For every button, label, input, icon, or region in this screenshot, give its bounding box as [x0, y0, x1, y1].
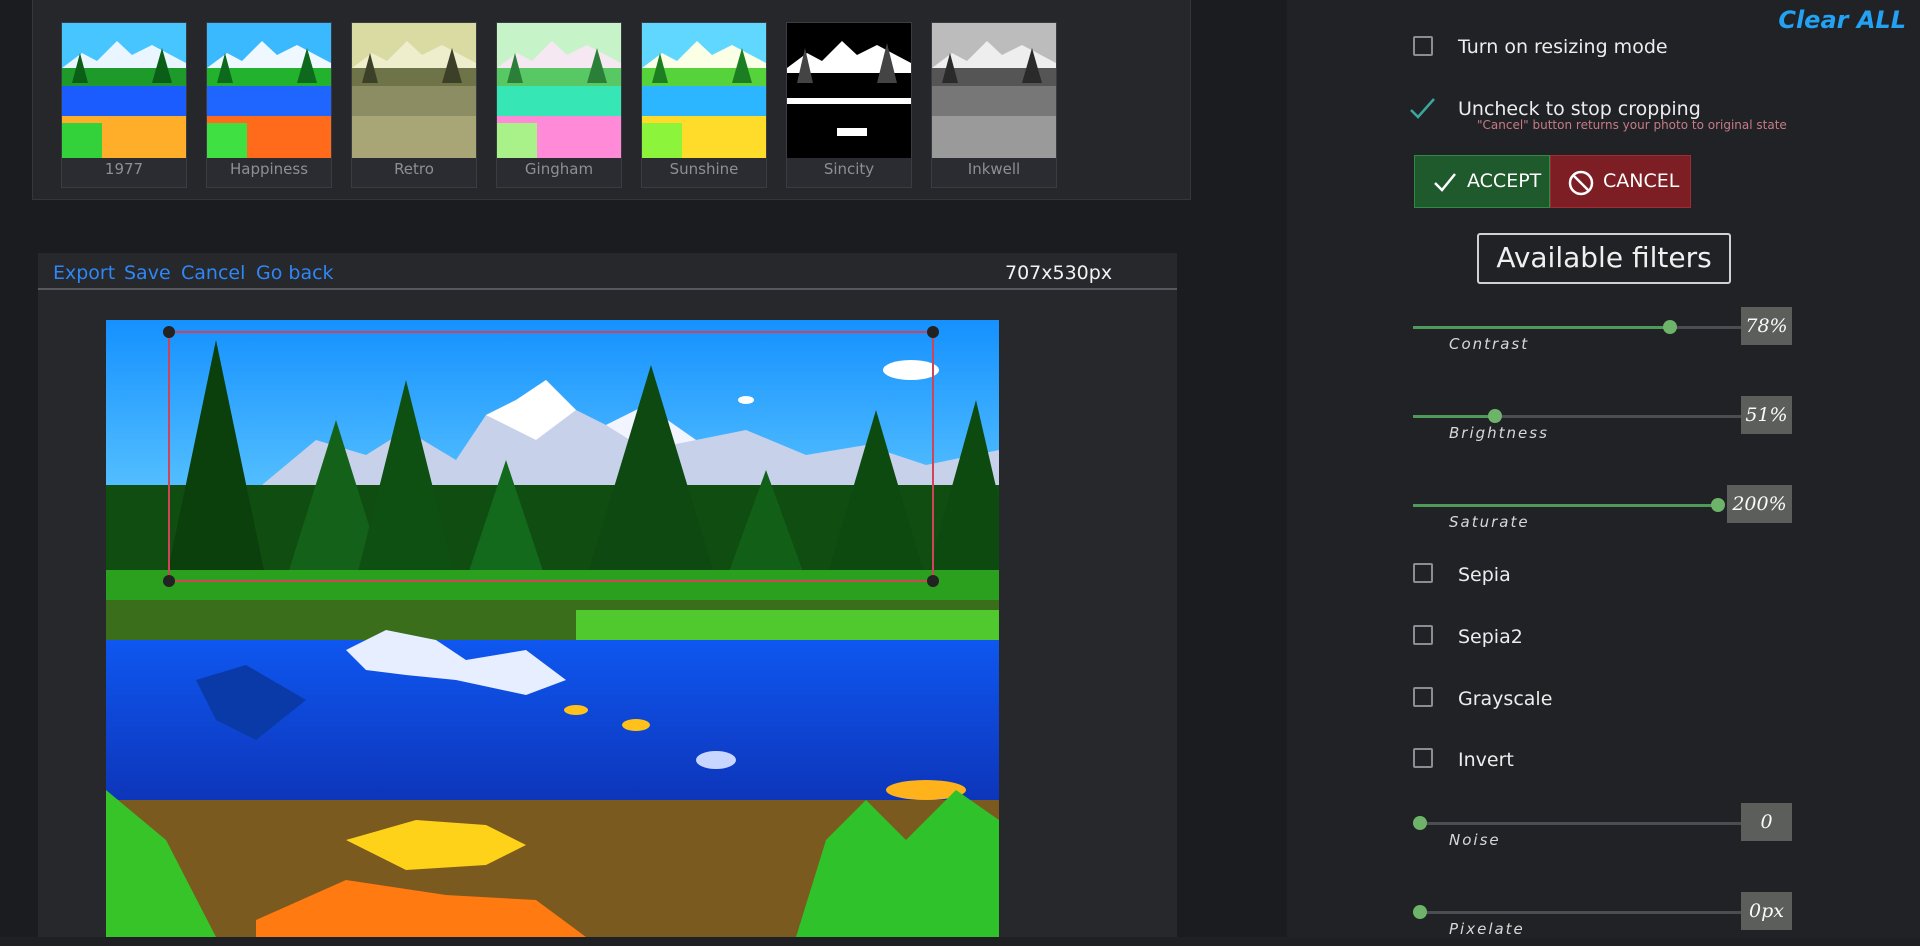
clear-all-button[interactable]: Clear ALL: [1778, 6, 1906, 34]
slider-fill: [1413, 326, 1670, 329]
ban-icon: [1568, 170, 1594, 196]
slider-label: Contrast: [1449, 335, 1530, 353]
brightness-slider[interactable]: Brightness 51%: [1413, 396, 1793, 450]
filter-label: Retro: [394, 160, 434, 178]
slider-label: Noise: [1449, 831, 1501, 849]
sepia2-checkbox[interactable]: [1413, 625, 1433, 645]
workspace: 1977 Happiness Retro Gingham Sunshine Si…: [0, 0, 1287, 937]
slider-handle[interactable]: [1663, 320, 1677, 334]
slider-fill: [1413, 504, 1718, 507]
invert-checkbox[interactable]: [1413, 748, 1433, 768]
slider-value: 51%: [1741, 396, 1792, 434]
slider-track[interactable]: [1413, 816, 1742, 830]
image-dimensions: 707x530px: [1005, 262, 1113, 284]
slider-value: 0px: [1741, 892, 1792, 930]
cancel-button[interactable]: CANCEL: [1550, 155, 1691, 208]
filter-presets-strip: 1977 Happiness Retro Gingham Sunshine Si…: [32, 0, 1191, 200]
slider-track[interactable]: [1413, 498, 1725, 512]
slider-label: Pixelate: [1449, 920, 1525, 938]
grayscale-checkbox[interactable]: [1413, 687, 1433, 707]
save-link[interactable]: Save: [124, 262, 171, 284]
filter-label: Gingham: [524, 160, 594, 178]
slider-label: Brightness: [1449, 424, 1549, 442]
slider-label: Saturate: [1449, 513, 1530, 531]
saturate-slider[interactable]: Saturate 200%: [1413, 485, 1793, 539]
cancel-link[interactable]: Cancel: [181, 262, 245, 284]
crop-hint-text: "Cancel" button returns your photo to or…: [1477, 118, 1787, 132]
go-back-link[interactable]: Go back: [256, 262, 334, 284]
crop-handle-top-left[interactable]: [163, 326, 175, 338]
slider-handle[interactable]: [1413, 905, 1427, 919]
filter-label: Happiness: [229, 160, 309, 178]
slider-track[interactable]: [1413, 905, 1742, 919]
pixelate-slider[interactable]: Pixelate 0px: [1413, 892, 1793, 946]
cancel-button-label: CANCEL: [1603, 170, 1680, 192]
slider-handle[interactable]: [1413, 816, 1427, 830]
slider-handle[interactable]: [1488, 409, 1502, 423]
filter-thumb-inkwell[interactable]: Inkwell: [931, 22, 1057, 188]
filter-label: Sunshine: [669, 160, 739, 178]
image-editor: Export Save Cancel Go back 707x530px: [38, 253, 1177, 937]
filter-thumb-sincity[interactable]: Sincity: [786, 22, 912, 188]
slider-handle[interactable]: [1711, 498, 1725, 512]
accept-button-label: ACCEPT: [1467, 170, 1542, 192]
filter-label: 1977: [104, 160, 144, 178]
filter-thumb-sunshine[interactable]: Sunshine: [641, 22, 767, 188]
photo-canvas[interactable]: [106, 320, 999, 937]
filter-thumb-gingham[interactable]: Gingham: [496, 22, 622, 188]
crop-selection-box[interactable]: [163, 326, 939, 587]
slider-track[interactable]: [1413, 320, 1742, 334]
crop-handle-bottom-left[interactable]: [163, 575, 175, 587]
invert-label: Invert: [1458, 749, 1514, 771]
noise-slider[interactable]: Noise 0: [1413, 803, 1793, 857]
sepia2-label: Sepia2: [1458, 626, 1523, 648]
slider-track[interactable]: [1413, 409, 1742, 423]
filter-preview-image: [932, 23, 1056, 158]
accept-button[interactable]: ACCEPT: [1414, 155, 1550, 208]
grayscale-label: Grayscale: [1458, 688, 1553, 710]
filter-preview-image: [207, 23, 331, 158]
sepia-label: Sepia: [1458, 564, 1511, 586]
filter-thumb-happiness[interactable]: Happiness: [206, 22, 332, 188]
available-filters-button[interactable]: Available filters: [1477, 233, 1731, 284]
resize-mode-label: Turn on resizing mode: [1458, 36, 1668, 58]
checkmark-icon[interactable]: [1409, 97, 1437, 121]
filters-panel: Clear ALL: [1287, 0, 1920, 937]
filter-thumb-1977[interactable]: 1977: [61, 22, 187, 188]
filter-label: Inkwell: [967, 160, 1021, 178]
filter-preview-image: [642, 23, 766, 158]
filter-preview-image: [62, 23, 186, 158]
filter-thumb-retro[interactable]: Retro: [351, 22, 477, 188]
resize-mode-checkbox[interactable]: [1413, 36, 1433, 56]
slider-value: 200%: [1727, 485, 1792, 523]
editor-toolbar: Export Save Cancel Go back 707x530px: [38, 253, 1177, 290]
slider-fill: [1413, 415, 1495, 418]
filter-preview-image: [787, 23, 911, 158]
crop-handle-bottom-right[interactable]: [927, 575, 939, 587]
crop-mode-label: Uncheck to stop cropping: [1458, 98, 1701, 120]
slider-value: 0: [1741, 803, 1792, 841]
crop-handle-top-right[interactable]: [927, 326, 939, 338]
check-icon: [1434, 173, 1456, 192]
filter-preview-image: [497, 23, 621, 158]
export-link[interactable]: Export: [53, 262, 115, 284]
contrast-slider[interactable]: Contrast 78%: [1413, 307, 1793, 361]
slider-value: 78%: [1741, 307, 1792, 345]
sepia-checkbox[interactable]: [1413, 563, 1433, 583]
filter-label: Sincity: [823, 160, 875, 178]
filter-preview-image: [352, 23, 476, 158]
